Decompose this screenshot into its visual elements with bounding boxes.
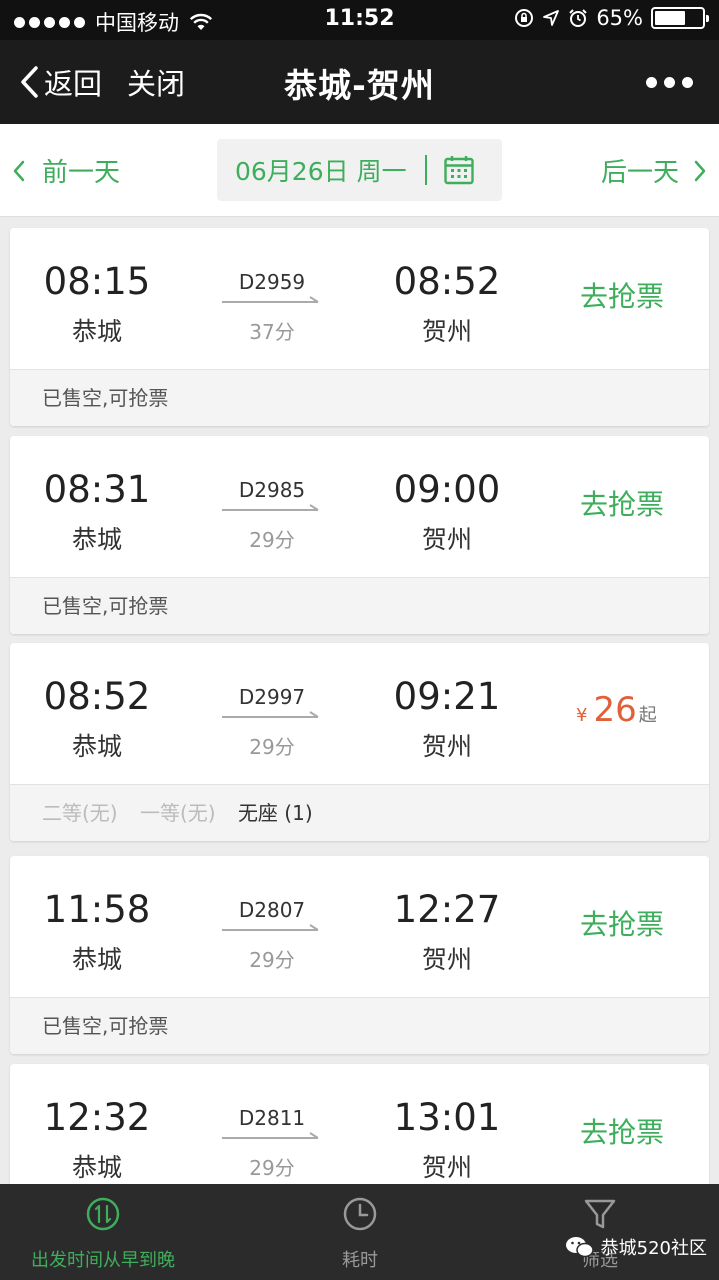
more-dot-icon	[682, 77, 693, 88]
filter-icon	[584, 1199, 616, 1229]
battery-icon	[651, 7, 709, 29]
trip-duration: 29分	[249, 735, 295, 759]
wechat-icon	[565, 1237, 594, 1258]
ticket-price[interactable]: ¥ 26 起	[576, 690, 657, 730]
train-card[interactable]: 11:58 恭城 D2807 29分 12:27 贺州 去抢票 已售空,可抢票	[10, 856, 709, 1054]
departure-time: 11:58	[43, 888, 151, 931]
date-picker[interactable]: 06月26日 周一	[217, 139, 502, 201]
date-divider	[424, 155, 427, 185]
more-dot-icon	[646, 77, 657, 88]
chevron-right-icon	[694, 160, 706, 181]
train-card[interactable]: 08:52 恭城 D2997 29分 09:21 贺州 ¥ 26 起 二等(无)…	[10, 643, 709, 841]
status-right: 65%	[514, 6, 709, 30]
seat-second-class: 二等(无)	[42, 801, 118, 825]
price-suffix: 起	[638, 705, 657, 726]
price-amount: 26	[593, 690, 637, 730]
train-number: D2997	[238, 685, 306, 709]
departure-station: 恭城	[71, 525, 122, 554]
prev-day-label: 前一天	[42, 158, 121, 188]
arrival-station: 贺州	[421, 945, 472, 974]
sort-time-icon	[86, 1197, 120, 1231]
arrival-station: 贺州	[421, 1153, 472, 1182]
grab-ticket-button[interactable]: 去抢票	[562, 483, 682, 523]
train-number: D2985	[238, 478, 306, 502]
arrival-station: 贺州	[421, 317, 472, 346]
bottom-tab-bar: 出发时间从早到晚 耗时 筛选	[0, 1184, 719, 1280]
arrow-right-icon	[222, 711, 319, 718]
next-day-button[interactable]: 后一天	[601, 152, 707, 189]
prev-day-button[interactable]: 前一天	[12, 152, 120, 189]
trip-duration: 29分	[249, 1156, 295, 1180]
departure-time: 12:32	[43, 1096, 151, 1139]
arrow-right-icon	[222, 1132, 319, 1139]
currency-symbol: ¥	[576, 705, 588, 726]
chevron-left-icon	[13, 160, 25, 181]
departure-station: 恭城	[71, 732, 122, 761]
location-icon	[543, 10, 560, 26]
status-bar: 中国移动 11:52 65%	[0, 0, 719, 40]
arrival-time: 13:01	[393, 1096, 501, 1139]
calendar-icon	[443, 156, 474, 185]
seat-availability: 二等(无) 一等(无) 无座 (1)	[10, 784, 709, 841]
clock-icon	[343, 1197, 377, 1231]
ticket-status: 已售空,可抢票	[10, 997, 709, 1054]
ticket-status: 已售空,可抢票	[10, 369, 709, 426]
seat-standing: 无座 (1)	[237, 801, 313, 825]
departure-time: 08:15	[43, 260, 151, 303]
grab-ticket-button[interactable]: 去抢票	[562, 903, 682, 943]
arrival-station: 贺州	[421, 525, 472, 554]
page-title: 恭城-贺州	[284, 66, 435, 105]
watermark: 恭城520社区	[565, 1234, 707, 1260]
alarm-icon	[569, 9, 588, 27]
date-bar: 前一天 06月26日 周一 后一天	[0, 124, 719, 217]
train-card[interactable]: 08:15 恭城 D2959 37分 08:52 贺州 去抢票 已售空,可抢票	[10, 228, 709, 426]
arrow-right-icon	[222, 924, 319, 931]
departure-time: 08:31	[43, 468, 151, 511]
trip-duration: 29分	[249, 528, 295, 552]
rotation-lock-icon	[515, 9, 534, 27]
seat-first-class: 一等(无)	[139, 801, 216, 825]
tab-duration[interactable]: 耗时	[300, 1184, 420, 1280]
grab-ticket-button[interactable]: 去抢票	[562, 1111, 682, 1151]
tab-filter[interactable]: 筛选	[540, 1184, 660, 1280]
arrival-station: 贺州	[421, 732, 472, 761]
selected-date: 06月26日 周一	[235, 157, 407, 186]
train-card-main: 08:31 恭城 D2985 29分 09:00 贺州 去抢票	[10, 436, 709, 577]
train-number: D2807	[238, 898, 306, 922]
departure-station: 恭城	[71, 317, 122, 346]
battery-percent: 65%	[596, 6, 643, 30]
tab-label: 出发时间从早到晚	[31, 1250, 175, 1271]
train-card-main: 11:58 恭城 D2807 29分 12:27 贺州 去抢票	[10, 856, 709, 997]
arrival-time: 12:27	[393, 888, 501, 931]
trip-duration: 29分	[249, 948, 295, 972]
nav-bar: 返回 关闭 恭城-贺州	[0, 40, 719, 124]
arrival-time: 09:00	[393, 468, 501, 511]
departure-station: 恭城	[71, 1153, 122, 1182]
departure-time: 08:52	[43, 675, 151, 718]
arrival-time: 08:52	[393, 260, 501, 303]
more-dot-icon	[664, 77, 675, 88]
train-number: D2811	[238, 1106, 306, 1130]
arrow-right-icon	[222, 296, 319, 303]
trip-duration: 37分	[249, 320, 295, 344]
train-card[interactable]: 08:31 恭城 D2985 29分 09:00 贺州 去抢票 已售空,可抢票	[10, 436, 709, 634]
battery-fill	[655, 11, 685, 25]
tab-sort-departure[interactable]: 出发时间从早到晚	[18, 1184, 188, 1280]
watermark-text: 恭城520社区	[600, 1238, 707, 1259]
train-number: D2959	[238, 270, 306, 294]
next-day-label: 后一天	[600, 158, 679, 188]
departure-station: 恭城	[71, 945, 122, 974]
arrow-right-icon	[222, 504, 319, 511]
train-card-main: 08:15 恭城 D2959 37分 08:52 贺州 去抢票	[10, 228, 709, 369]
more-button[interactable]	[646, 77, 693, 88]
train-card-main: 08:52 恭城 D2997 29分 09:21 贺州 ¥ 26 起	[10, 643, 709, 784]
grab-ticket-button[interactable]: 去抢票	[562, 275, 682, 315]
tab-label: 耗时	[342, 1250, 378, 1271]
arrival-time: 09:21	[393, 675, 501, 718]
ticket-status: 已售空,可抢票	[10, 577, 709, 634]
